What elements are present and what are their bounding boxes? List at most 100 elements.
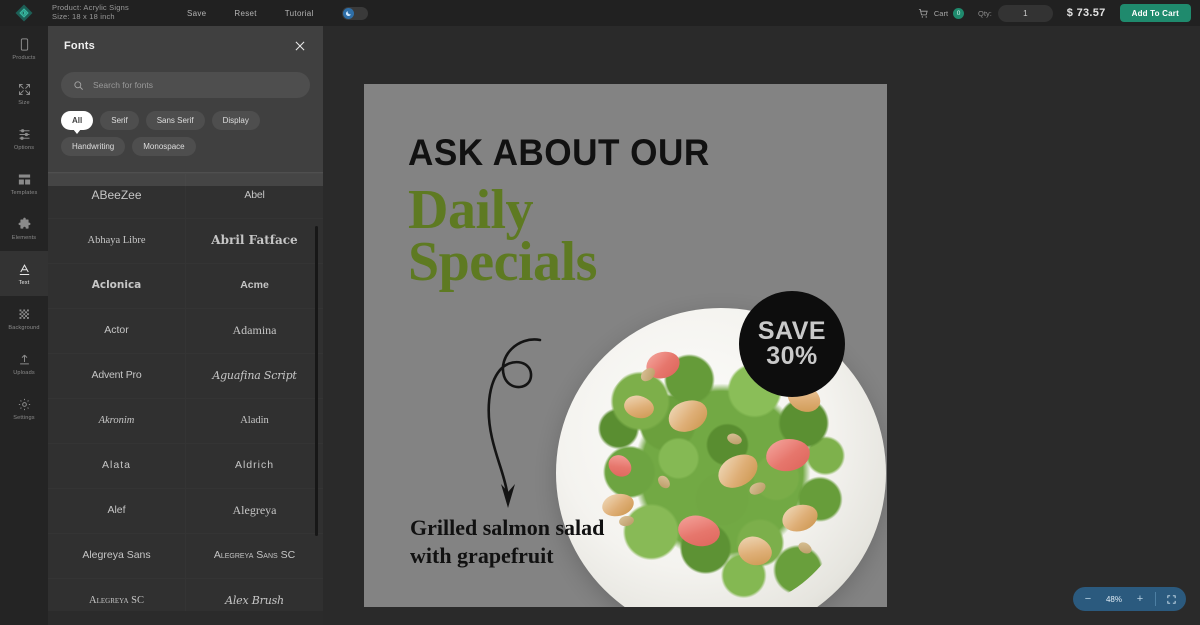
sliders-icon bbox=[16, 126, 32, 142]
filter-chip-monospace[interactable]: Monospace bbox=[132, 137, 196, 156]
font-name-label: Akronim bbox=[98, 415, 135, 427]
rail-item-text[interactable]: Text bbox=[0, 251, 48, 296]
rail-label: Elements bbox=[11, 235, 37, 241]
font-list-item[interactable]: Abel bbox=[186, 174, 323, 218]
product-size-label: Size: 18 x 18 inch bbox=[52, 12, 115, 21]
tutorial-button[interactable]: Tutorial bbox=[285, 9, 314, 18]
font-category-filters: All Serif Sans Serif Display Handwriting… bbox=[48, 98, 323, 156]
canvas-heading-main[interactable]: Daily Specials bbox=[408, 179, 597, 294]
font-list-item[interactable]: Alata bbox=[48, 444, 185, 488]
rail-label: Settings bbox=[13, 415, 35, 421]
font-list-item[interactable]: Alegreya Sans SC bbox=[186, 534, 323, 578]
product-info: Product: Acrylic Signs Size: 18 x 18 inc… bbox=[48, 4, 129, 21]
theme-toggle-knob bbox=[342, 7, 354, 19]
zoom-out-button[interactable]: − bbox=[1075, 587, 1101, 611]
font-name-label: Alegreya Sans SC bbox=[213, 549, 296, 562]
puzzle-piece-icon bbox=[16, 216, 32, 232]
price-label: $ 73.57 bbox=[1066, 7, 1106, 19]
rail-label: Background bbox=[8, 325, 40, 331]
font-name-label: Abril Fatface bbox=[211, 233, 298, 248]
resize-arrows-icon bbox=[16, 81, 32, 97]
rail-label: Size bbox=[18, 100, 30, 106]
font-list-item[interactable]: Adamina bbox=[186, 309, 323, 353]
font-name-label: Alef bbox=[107, 504, 126, 517]
fonts-panel-header: Fonts bbox=[48, 26, 323, 66]
filter-chip-handwriting[interactable]: Handwriting bbox=[61, 137, 126, 156]
rail-item-size[interactable]: Size bbox=[0, 71, 48, 116]
grid-layout-icon bbox=[16, 171, 32, 187]
save-badge-line1: SAVE bbox=[757, 317, 827, 345]
font-name-label: ABeeZee bbox=[91, 188, 142, 203]
font-list-item[interactable]: Alegreya Sans bbox=[48, 534, 185, 578]
font-list-scrollbar[interactable] bbox=[315, 226, 318, 536]
save-button[interactable]: Save bbox=[187, 9, 206, 18]
canvas-caption[interactable]: Grilled salmon salad with grapefruit bbox=[410, 514, 604, 569]
rail-item-uploads[interactable]: Uploads bbox=[0, 341, 48, 386]
letter-a-underline-icon bbox=[16, 261, 32, 277]
close-icon[interactable] bbox=[293, 39, 307, 53]
fonts-panel-title: Fonts bbox=[64, 40, 95, 52]
left-rail: Products Size Options Templates Elements… bbox=[0, 26, 48, 625]
moon-icon bbox=[345, 10, 351, 16]
font-name-label: Actor bbox=[104, 324, 129, 337]
rail-item-templates[interactable]: Templates bbox=[0, 161, 48, 206]
canvas-stage[interactable]: ASK ABOUT OUR Daily Specials SAVE 30% Gr… bbox=[323, 26, 1200, 625]
font-list-item[interactable]: Abril Fatface bbox=[186, 219, 323, 263]
reset-button[interactable]: Reset bbox=[234, 9, 256, 18]
font-list-item[interactable]: Advent Pro bbox=[48, 354, 185, 398]
filter-chip-all[interactable]: All bbox=[61, 111, 94, 130]
font-list-item[interactable]: Aguafina Script bbox=[186, 354, 323, 398]
font-list-item[interactable]: Alef bbox=[48, 489, 185, 533]
rail-item-background[interactable]: Background bbox=[0, 296, 48, 341]
filter-chip-sans-serif[interactable]: Sans Serif bbox=[145, 111, 205, 130]
font-name-label: Aguafina Script bbox=[212, 368, 297, 382]
tablet-icon bbox=[16, 36, 32, 52]
font-name-label: Abhaya Libre bbox=[87, 235, 146, 247]
cart-button[interactable]: Cart 0 bbox=[918, 7, 965, 19]
font-list: ABeeZee Abel Abhaya Libre Abril Fatface Aclo… bbox=[48, 173, 323, 611]
theme-toggle[interactable] bbox=[341, 6, 368, 20]
font-name-label: Aclonica bbox=[91, 279, 142, 292]
font-name-label: Alegreya bbox=[232, 503, 277, 518]
search-input[interactable] bbox=[93, 80, 298, 90]
rail-label: Uploads bbox=[13, 370, 35, 376]
quantity-input[interactable] bbox=[997, 4, 1053, 22]
font-list-item[interactable]: Alegreya bbox=[186, 489, 323, 533]
font-list-item[interactable]: Actor bbox=[48, 309, 185, 353]
font-list-item[interactable]: Aclonica bbox=[48, 264, 185, 308]
canvas-heading-top[interactable]: ASK ABOUT OUR bbox=[408, 132, 710, 174]
canvas-caption-line2: with grapefruit bbox=[410, 542, 554, 568]
filter-chip-display[interactable]: Display bbox=[211, 111, 260, 130]
zoom-in-button[interactable]: + bbox=[1127, 587, 1153, 611]
font-name-label: Alata bbox=[102, 459, 131, 472]
font-name-label: Abel bbox=[244, 189, 265, 202]
font-search-box[interactable] bbox=[61, 72, 310, 98]
brand-logo[interactable] bbox=[0, 4, 48, 22]
font-list-item[interactable]: Acme bbox=[186, 264, 323, 308]
font-list-item[interactable]: Alex Brush bbox=[186, 579, 323, 611]
canvas-heading-main-line1: Daily bbox=[408, 179, 534, 241]
font-list-item[interactable]: Akronim bbox=[48, 399, 185, 443]
font-name-label: Alex Brush bbox=[225, 593, 284, 607]
font-list-item[interactable]: Alegreya SC bbox=[48, 579, 185, 611]
rail-item-options[interactable]: Options bbox=[0, 116, 48, 161]
rail-label: Products bbox=[12, 55, 36, 61]
rail-item-settings[interactable]: Settings bbox=[0, 386, 48, 431]
curly-arrow-down-icon[interactable] bbox=[474, 334, 544, 514]
add-to-cart-button[interactable]: Add To Cart bbox=[1119, 4, 1191, 22]
artboard[interactable]: ASK ABOUT OUR Daily Specials SAVE 30% Gr… bbox=[364, 84, 887, 607]
font-name-label: Advent Pro bbox=[91, 369, 142, 382]
fit-to-screen-button[interactable] bbox=[1158, 587, 1184, 611]
design-editor-app: Product: Acrylic Signs Size: 18 x 18 inc… bbox=[0, 0, 1200, 625]
font-name-label: Aldrich bbox=[234, 459, 275, 472]
font-list-item[interactable]: ABeeZee bbox=[48, 174, 185, 218]
canvas-heading-main-line2: Specials bbox=[408, 231, 597, 294]
font-list-item[interactable]: Aladin bbox=[186, 399, 323, 443]
font-list-item[interactable]: Abhaya Libre bbox=[48, 219, 185, 263]
zoom-divider bbox=[1155, 592, 1156, 606]
filter-chip-serif[interactable]: Serif bbox=[100, 111, 139, 130]
rail-item-products[interactable]: Products bbox=[0, 26, 48, 71]
font-list-item[interactable]: Aldrich bbox=[186, 444, 323, 488]
rail-item-elements[interactable]: Elements bbox=[0, 206, 48, 251]
save-badge[interactable]: SAVE 30% bbox=[739, 291, 845, 397]
